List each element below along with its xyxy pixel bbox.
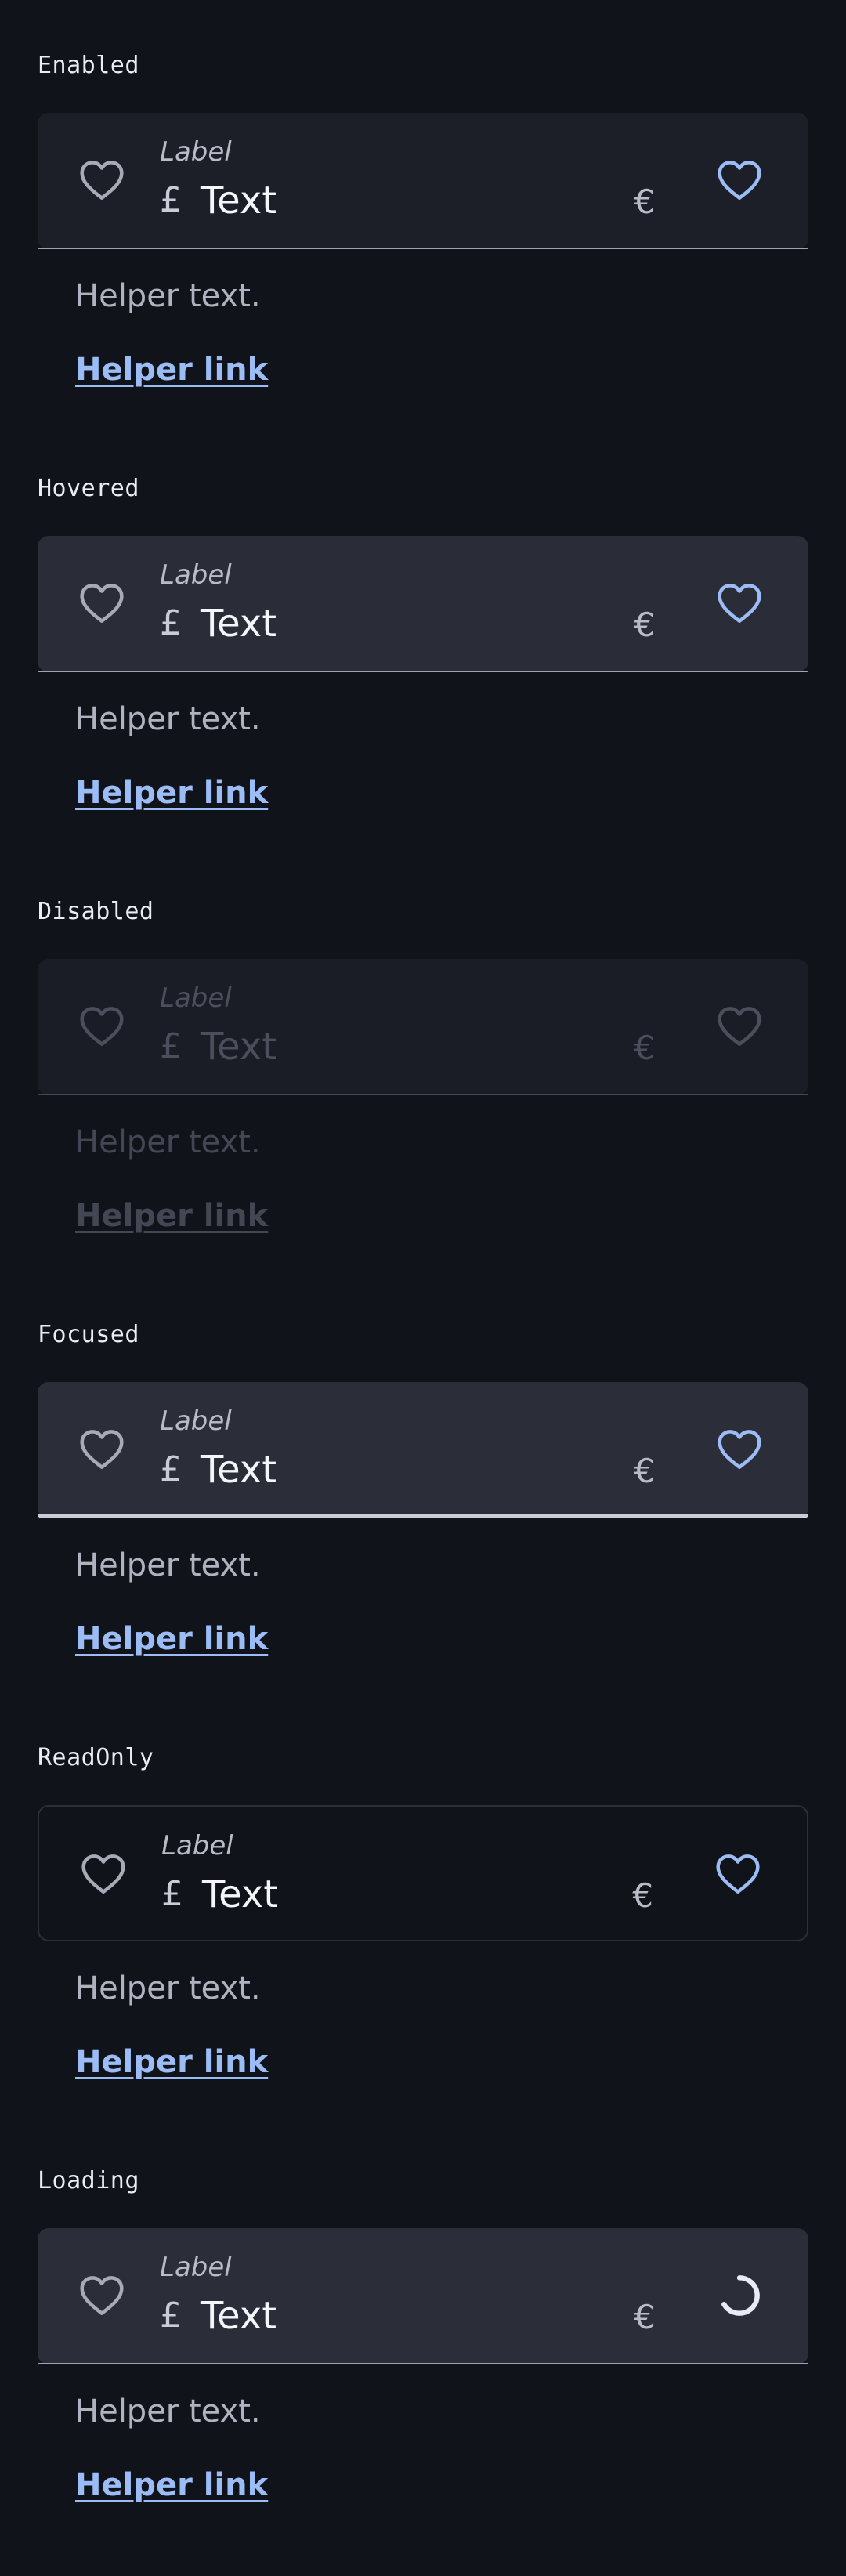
state-section-enabled: Enabled Label £ Text € Helper text. Help… — [0, 0, 846, 423]
suffix-text: € — [634, 183, 655, 221]
text-field-states-page: Enabled Label £ Text € Helper text. Help… — [0, 0, 846, 2576]
field-underline — [38, 2363, 808, 2364]
helper-text: Helper text. — [75, 701, 261, 737]
heart-icon[interactable] — [77, 578, 127, 628]
text-field[interactable]: Label £ Text € — [38, 1382, 808, 1518]
text-field: Label £ Text € — [38, 959, 808, 1095]
field-label: Label — [160, 982, 232, 1014]
suffix-text: € — [632, 1876, 653, 1915]
state-section-readonly: ReadOnly Label £ Text € Helper text. Hel… — [0, 1692, 846, 2115]
state-title: Disabled — [38, 898, 154, 925]
heart-icon[interactable] — [713, 1849, 763, 1899]
state-title: ReadOnly — [38, 1744, 154, 1771]
state-title: Enabled — [38, 52, 139, 79]
field-label: Label — [160, 2252, 232, 2283]
prefix-text: £ — [161, 1874, 183, 1914]
suffix-text: € — [634, 2298, 655, 2336]
heart-icon[interactable] — [714, 578, 765, 628]
prefix-text: £ — [160, 603, 182, 643]
heart-icon — [718, 1007, 761, 1046]
field-value[interactable]: Text — [201, 603, 277, 644]
helper-text: Helper text. — [75, 278, 261, 314]
field-value[interactable]: Text — [201, 180, 277, 221]
field-underline — [38, 1094, 808, 1095]
prefix-text: £ — [160, 2296, 182, 2335]
helper-text: Helper text. — [75, 1970, 261, 2006]
suffix-text: € — [634, 1452, 655, 1490]
loading-spinner-icon — [721, 2275, 760, 2316]
heart-icon[interactable] — [77, 1424, 127, 1474]
field-value: Text — [201, 1025, 277, 1069]
heart-icon[interactable] — [78, 1849, 128, 1899]
field-value[interactable]: Text — [201, 2296, 277, 2336]
text-field[interactable]: Label £ Text € — [38, 1805, 808, 1941]
heart-icon[interactable] — [714, 155, 765, 205]
state-section-focused: Focused Label £ Text € Helper text. Help… — [0, 1269, 846, 1692]
field-value[interactable]: Text — [202, 1874, 278, 1915]
state-section-hovered: Hovered Label £ Text € Helper text. Help… — [0, 423, 846, 846]
heart-icon — [80, 1007, 124, 1046]
helper-link[interactable]: Helper link — [75, 351, 268, 389]
helper-link[interactable]: Helper link — [75, 2466, 268, 2504]
suffix-text: € — [634, 1029, 655, 1067]
helper-link[interactable]: Helper link — [75, 1620, 268, 1658]
field-underline — [38, 671, 808, 672]
prefix-text: £ — [160, 1026, 182, 1066]
heart-icon[interactable] — [77, 2270, 127, 2321]
suffix-text: € — [634, 606, 655, 644]
field-label: Label — [160, 1406, 232, 1437]
field-label: Label — [160, 136, 232, 168]
field-value[interactable]: Text — [201, 1449, 277, 1490]
state-title: Focused — [38, 1321, 139, 1348]
field-underline — [38, 248, 808, 249]
field-label: Label — [161, 1830, 233, 1861]
heart-icon[interactable] — [714, 1424, 765, 1474]
state-section-loading: Loading Label £ Text € Helper text. Help… — [0, 2115, 846, 2538]
helper-text: Helper text. — [75, 1547, 261, 1583]
field-label: Label — [160, 559, 232, 591]
text-field[interactable]: Label £ Text € — [38, 113, 808, 249]
prefix-text: £ — [160, 180, 182, 220]
state-title: Loading — [38, 2167, 139, 2194]
state-section-disabled: Disabled Label £ Text € Helper text. Hel… — [0, 846, 846, 1269]
prefix-text: £ — [160, 1449, 182, 1489]
state-title: Hovered — [38, 475, 139, 502]
helper-link[interactable]: Helper link — [75, 774, 268, 812]
helper-text: Helper text. — [75, 1124, 261, 1160]
helper-link: Helper link — [75, 1198, 269, 1234]
heart-icon[interactable] — [77, 155, 127, 205]
helper-link[interactable]: Helper link — [75, 2043, 268, 2081]
text-field[interactable]: Label £ Text € — [38, 536, 808, 672]
helper-text: Helper text. — [75, 2393, 261, 2429]
field-underline — [38, 1514, 808, 1518]
text-field[interactable]: Label £ Text € — [38, 2228, 808, 2364]
